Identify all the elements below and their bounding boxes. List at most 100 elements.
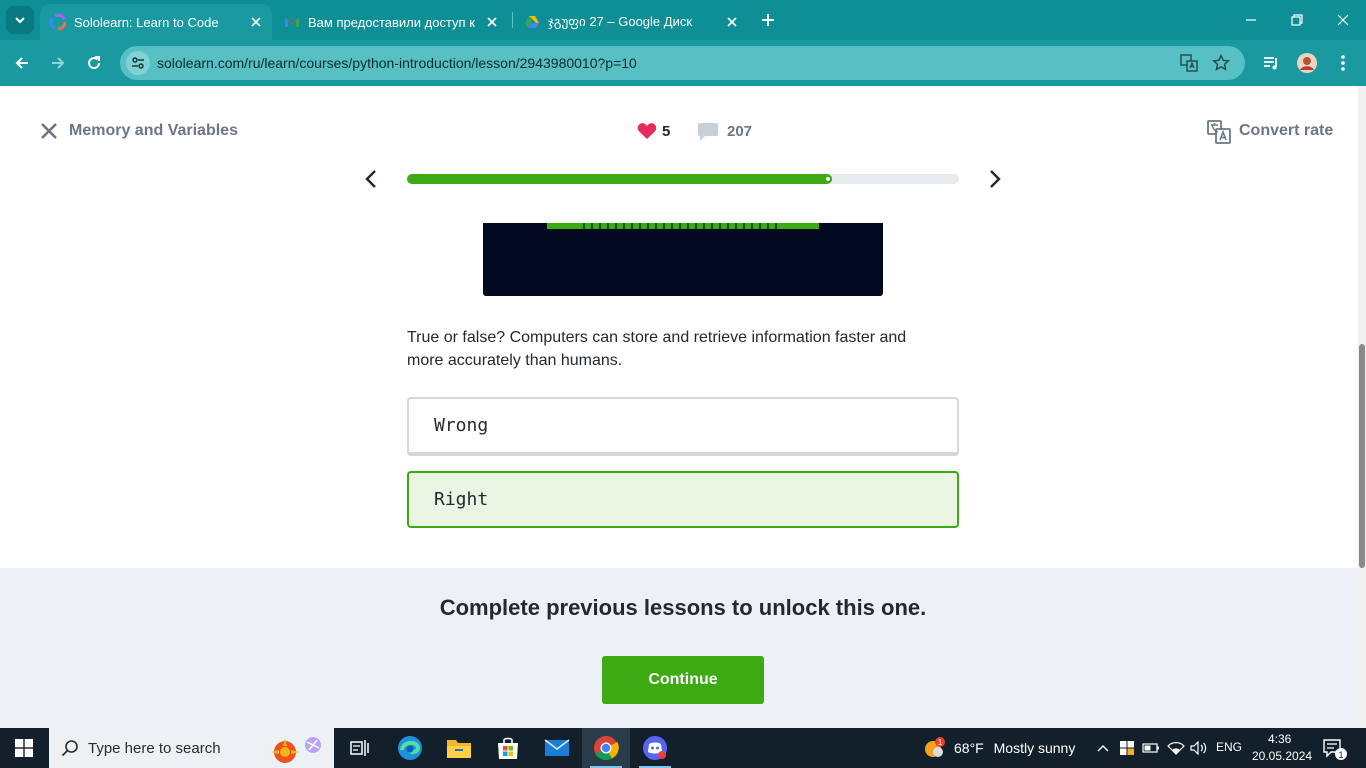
taskbar-file-explorer[interactable]	[435, 728, 483, 768]
folder-icon	[447, 740, 471, 758]
restore-button[interactable]	[1274, 0, 1320, 40]
clock-date[interactable]: 20.05.2024	[1252, 749, 1312, 763]
translate-icon[interactable]	[1207, 120, 1231, 144]
answer-option-wrong[interactable]: Wrong	[407, 397, 959, 456]
close-lesson-button[interactable]	[38, 120, 60, 142]
lesson-title: Memory and Variables	[69, 122, 238, 139]
start-button[interactable]	[0, 728, 48, 768]
address-bar[interactable]: sololearn.com/ru/learn/courses/python-in…	[120, 46, 1245, 80]
lesson-illustration	[483, 223, 883, 296]
back-button[interactable]	[8, 49, 36, 77]
store-icon	[498, 737, 518, 759]
minimize-button[interactable]	[1228, 0, 1274, 40]
taskbar-chrome[interactable]	[582, 728, 630, 768]
search-highlight-icon	[271, 737, 321, 763]
answer-label: Wrong	[434, 415, 489, 436]
tab-sololearn[interactable]: Sololearn: Learn to Code	[40, 4, 272, 40]
arrow-left-icon	[15, 57, 28, 69]
previous-step-button[interactable]	[360, 166, 382, 192]
volume-tray-icon[interactable]	[1189, 738, 1209, 758]
media-controls-icon[interactable]	[1260, 52, 1282, 74]
weather-badge: 1	[938, 738, 943, 747]
tune-icon	[132, 57, 144, 69]
windows-logo-icon	[15, 739, 33, 757]
continue-button[interactable]: Continue	[602, 656, 764, 704]
taskbar-discord[interactable]	[631, 728, 679, 768]
close-tab-icon[interactable]	[484, 14, 500, 30]
progress-fill	[407, 174, 833, 184]
tab-title: Sololearn: Learn to Code	[74, 14, 219, 30]
tab-search-button[interactable]	[6, 6, 34, 34]
sololearn-icon	[50, 14, 66, 30]
new-tab-button[interactable]	[756, 8, 780, 32]
restore-icon	[1291, 14, 1303, 26]
network-tray-icon[interactable]	[1166, 738, 1186, 758]
close-window-button[interactable]	[1320, 0, 1366, 40]
chevron-right-icon	[990, 170, 1001, 188]
taskbar-search-box[interactable]: Type here to search	[49, 728, 334, 768]
notification-center-icon[interactable]: 1	[1322, 737, 1348, 761]
taskbar-edge[interactable]	[386, 728, 434, 768]
wifi-icon	[1167, 742, 1185, 755]
tab-title: Вам предоставили доступ к па	[308, 14, 476, 30]
site-info-button[interactable]	[126, 51, 150, 75]
input-language[interactable]: ENG	[1216, 740, 1242, 754]
taskbar-mail[interactable]	[533, 728, 581, 768]
google-drive-icon	[525, 16, 539, 28]
windows-taskbar: Type here to search 1 68°F Mostly sunny …	[0, 728, 1366, 768]
illustration-bar-pattern	[583, 223, 783, 229]
locked-lesson-footer: Complete previous lessons to unlock this…	[0, 568, 1358, 728]
url-text[interactable]: sololearn.com/ru/learn/courses/python-in…	[157, 55, 637, 71]
reload-icon	[88, 56, 101, 70]
forward-button[interactable]	[44, 49, 72, 77]
battery-icon	[1142, 743, 1159, 753]
notification-count: 1	[1338, 750, 1343, 760]
browser-toolbar: sololearn.com/ru/learn/courses/python-in…	[0, 40, 1366, 86]
more-vertical-icon	[1341, 55, 1345, 71]
tab-google-drive[interactable]: ჯგუფი 27 – Google Диск	[514, 4, 748, 40]
reload-button[interactable]	[80, 49, 108, 77]
avatar-icon	[1297, 53, 1317, 73]
locked-message: Complete previous lessons to unlock this…	[439, 595, 927, 620]
speaker-icon	[1190, 741, 1207, 755]
battery-tray-icon[interactable]	[1141, 738, 1161, 758]
mail-icon	[544, 739, 570, 756]
close-icon	[41, 123, 57, 139]
scrollbar-thumb[interactable]	[1359, 344, 1365, 568]
tab-gmail[interactable]: Вам предоставили доступ к па	[274, 4, 508, 40]
weather-widget[interactable]: 68°F Mostly sunny	[954, 740, 1075, 756]
security-tray-icon[interactable]	[1117, 738, 1137, 758]
show-hidden-icons-button[interactable]	[1093, 738, 1113, 758]
bookmark-star-icon[interactable]	[1211, 53, 1231, 73]
question-text: True or false? Computers can store and r…	[407, 329, 907, 369]
lesson-progress-bar	[407, 174, 959, 184]
task-view-icon	[350, 740, 369, 756]
convert-rate-button[interactable]: Convert rate	[1239, 122, 1333, 140]
illustration-bar	[547, 223, 819, 229]
taskbar-microsoft-store[interactable]	[484, 728, 532, 768]
next-step-button[interactable]	[984, 166, 1006, 192]
page-scrollbar[interactable]	[1358, 86, 1366, 728]
heart-icon	[637, 123, 657, 139]
browser-menu-button[interactable]	[1332, 52, 1354, 74]
edge-icon	[398, 736, 422, 760]
chevron-up-icon	[1097, 745, 1109, 752]
task-view-button[interactable]	[336, 728, 384, 768]
comment-icon[interactable]	[697, 122, 719, 142]
translate-icon[interactable]	[1179, 53, 1199, 73]
close-tab-icon[interactable]	[724, 14, 740, 30]
profile-avatar[interactable]	[1296, 52, 1318, 74]
answer-label: Right	[434, 489, 489, 510]
answer-option-right[interactable]: Right	[407, 471, 959, 528]
weather-temperature: 68°F	[954, 740, 984, 756]
clock-time[interactable]: 4:36	[1268, 732, 1291, 746]
lesson-page: Memory and Variables 5 207 Convert rate …	[0, 86, 1358, 728]
close-tab-icon[interactable]	[248, 14, 264, 30]
weather-sun-icon[interactable]: 1	[922, 736, 946, 760]
progress-knob	[824, 175, 833, 183]
hearts-count: 5	[662, 123, 671, 140]
plus-icon	[762, 14, 774, 26]
search-icon	[61, 740, 78, 757]
arrow-right-icon	[52, 57, 65, 69]
comments-count[interactable]: 207	[727, 123, 752, 140]
